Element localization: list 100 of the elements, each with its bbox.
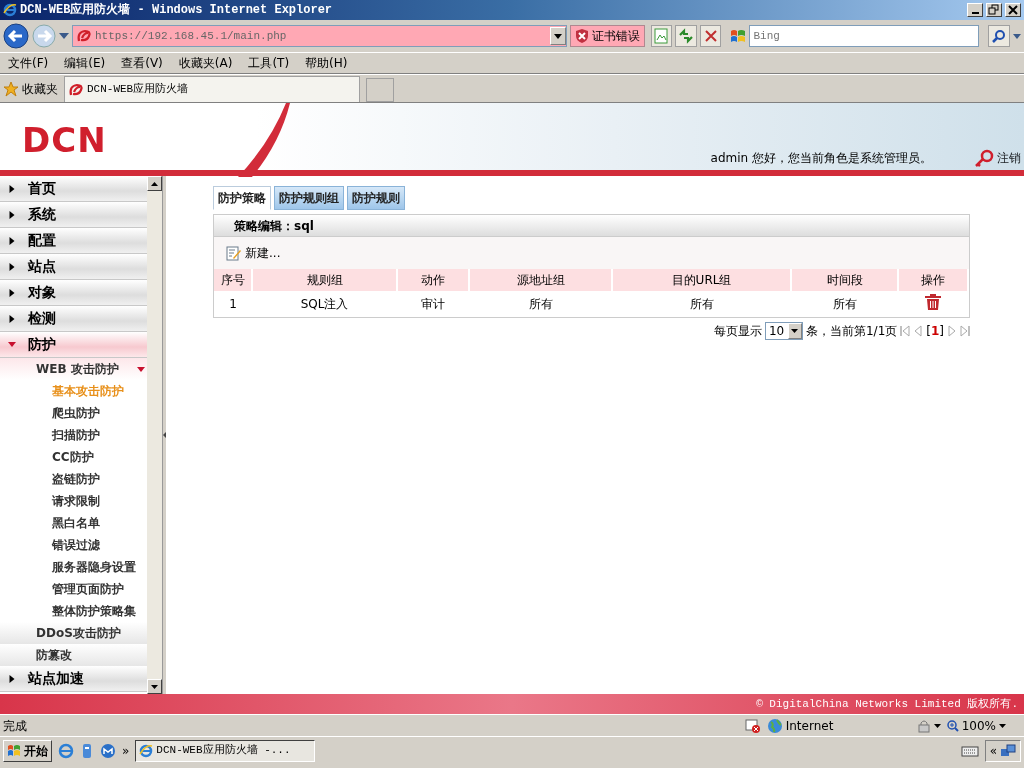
sidebar-subitem[interactable]: WEB 攻击防护 — [0, 358, 147, 380]
keyboard-icon — [960, 744, 979, 757]
sidebar-link[interactable]: 整体防护策略集 — [52, 602, 136, 620]
favorites-button[interactable]: 收藏夹 — [3, 79, 58, 98]
scroll-down-arrow-icon — [151, 684, 158, 689]
column-header: 序号 — [214, 269, 252, 291]
table-cell: 所有 — [469, 291, 612, 317]
minimize-icon — [971, 12, 979, 14]
sidebar-link[interactable]: 服务器隐身设置 — [52, 558, 136, 576]
first-page-icon — [900, 325, 911, 337]
show-hidden-icons-button[interactable]: « — [989, 741, 997, 760]
refresh-button[interactable] — [675, 25, 697, 47]
zoom-button[interactable]: 100% — [946, 716, 1006, 735]
compatibility-view-button[interactable] — [650, 25, 673, 47]
logout-link[interactable]: 注销 — [974, 149, 1021, 167]
stop-button[interactable] — [699, 25, 722, 47]
scroll-up-arrow-icon — [151, 181, 158, 186]
restore-icon — [988, 4, 1000, 16]
page-size-label: 每页显示 — [713, 323, 762, 340]
address-dropdown-button[interactable] — [549, 27, 566, 45]
caret-icon — [59, 33, 69, 39]
search-field[interactable]: Bing — [749, 25, 980, 47]
delete-button[interactable] — [924, 292, 942, 311]
network-icon — [1000, 743, 1016, 758]
table-cell: 审计 — [397, 291, 469, 317]
search-options-button[interactable] — [1013, 33, 1022, 39]
tab[interactable]: 防护规则组 — [274, 186, 344, 210]
close-icon — [1007, 4, 1019, 16]
caret-icon — [553, 33, 562, 39]
column-header: 目的URL组 — [612, 269, 791, 291]
protected-mode-button[interactable] — [916, 718, 941, 733]
sidebar-subitem[interactable]: 防篡改 — [0, 644, 147, 666]
search-button[interactable] — [988, 25, 1011, 47]
sidebar-item[interactable]: 站点加速 — [0, 666, 147, 692]
menu-item[interactable]: 帮助(H) — [297, 54, 356, 72]
popup-blocked-icon — [744, 717, 761, 734]
minimize-button[interactable] — [967, 3, 983, 17]
page-size-select[interactable]: 10 — [764, 322, 803, 340]
circle-m-icon — [100, 742, 116, 759]
sidebar-link[interactable]: 爬虫防护 — [52, 404, 100, 422]
quick-launch-icon[interactable] — [80, 742, 94, 759]
menu-item[interactable]: 编辑(E) — [56, 54, 114, 72]
sidebar-item[interactable]: 配置 — [0, 228, 147, 254]
sidebar-item[interactable]: 系统 — [0, 202, 147, 228]
search-icon — [992, 29, 1007, 43]
quick-launch-icon[interactable] — [58, 742, 74, 759]
scrollbar[interactable] — [147, 176, 162, 694]
page-summary: 条，当前第1/1页 — [805, 323, 898, 340]
copyright-text: © DigitalChina Networks Limited 版权所有. — [756, 696, 1018, 712]
start-button[interactable]: 开始 — [3, 739, 52, 762]
sidebar-item[interactable]: 首页 — [0, 176, 147, 202]
sidebar-subitem[interactable]: DDoS攻击防护 — [0, 622, 147, 644]
previous-page-icon — [913, 325, 924, 337]
menu-item[interactable]: 工具(T) — [240, 54, 298, 72]
ie-icon — [139, 743, 154, 758]
sidebar-link[interactable]: 盗链防护 — [52, 470, 100, 488]
column-header: 时间段 — [791, 269, 898, 291]
sidebar-link[interactable]: 错误过滤 — [52, 536, 100, 554]
sidebar-item[interactable]: 防护 — [0, 332, 147, 358]
collapsed-arrow-icon — [8, 288, 16, 297]
sidebar-link[interactable]: 扫描防护 — [52, 426, 100, 444]
security-zone: Internet — [766, 716, 917, 735]
expanded-arrow-icon — [8, 342, 16, 347]
recent-pages-button[interactable] — [59, 33, 69, 39]
welcome-text: admin 您好，您当前角色是系统管理员。 — [710, 150, 932, 167]
menu-item[interactable]: 文件(F) — [0, 54, 57, 72]
collapse-arrow-icon — [163, 432, 166, 438]
close-button[interactable] — [1005, 3, 1021, 17]
sidebar-link[interactable]: 请求限制 — [52, 492, 100, 510]
taskbar-window-button[interactable]: DCN-WEB应用防火墙 -... — [135, 739, 316, 762]
splitter-handle[interactable] — [162, 176, 166, 694]
current-page: [1] — [926, 323, 944, 340]
tab[interactable]: 防护策略 — [213, 186, 271, 210]
sidebar-link[interactable]: 管理页面防护 — [52, 580, 124, 598]
browser-tab[interactable]: DCN-WEB应用防火墙 — [64, 76, 360, 102]
collapsed-arrow-icon — [8, 184, 16, 193]
collapsed-arrow-icon — [8, 262, 16, 271]
sidebar-item[interactable]: 检测 — [0, 306, 147, 332]
expanded-arrow-icon — [137, 366, 145, 372]
quick-launch-icon[interactable] — [100, 742, 116, 759]
star-icon — [3, 80, 19, 97]
restore-button[interactable] — [986, 3, 1002, 17]
sidebar-item[interactable]: 对象 — [0, 280, 147, 306]
zoom-icon — [946, 719, 959, 732]
new-button[interactable]: 新建... — [226, 244, 281, 262]
window-title: DCN-WEB应用防火墙 - Windows Internet Explorer — [20, 1, 334, 19]
page-image-icon — [654, 28, 669, 44]
menu-item[interactable]: 查看(V) — [113, 54, 171, 72]
more-toolbar-button[interactable]: » — [122, 741, 130, 760]
tab[interactable]: 防护规则 — [347, 186, 405, 210]
sidebar-link[interactable]: 黑白名单 — [52, 514, 100, 532]
menu-item[interactable]: 收藏夹(A) — [170, 54, 241, 72]
sidebar-link[interactable]: CC防护 — [52, 448, 94, 466]
sidebar-item[interactable]: 站点 — [0, 254, 147, 280]
back-button[interactable] — [3, 23, 29, 49]
certificate-error-button[interactable]: 证书错误 — [569, 25, 645, 47]
stop-icon — [704, 30, 717, 42]
shield-error-icon — [574, 28, 589, 44]
flag-icon — [730, 28, 747, 44]
column-header: 源地址组 — [469, 269, 612, 291]
